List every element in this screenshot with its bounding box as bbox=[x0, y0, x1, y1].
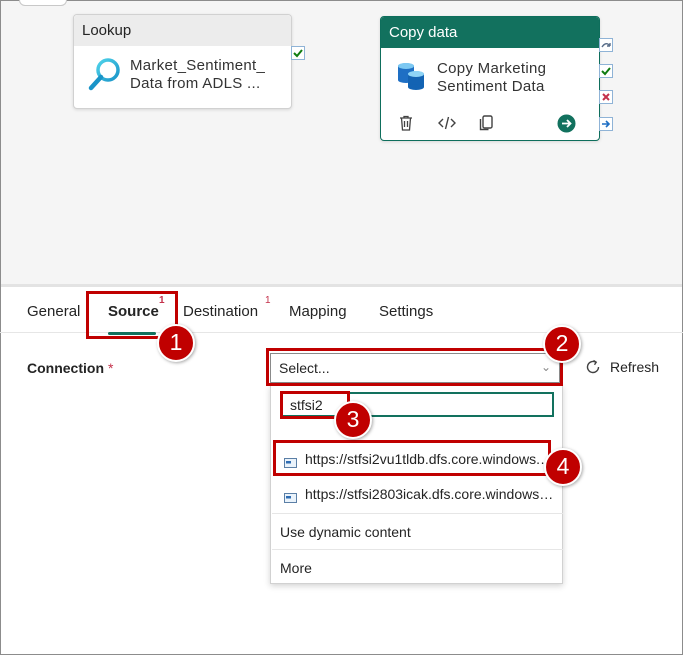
lookup-activity-title: Lookup bbox=[74, 15, 291, 46]
copy-data-activity-title: Copy data bbox=[381, 17, 599, 48]
pipeline-canvas[interactable]: Lookup Market_Sentiment_ Data from ADLS … bbox=[1, 0, 682, 284]
lookup-activity[interactable]: Lookup Market_Sentiment_ Data from ADLS … bbox=[73, 14, 292, 109]
lookup-success-connector-icon[interactable] bbox=[291, 46, 305, 60]
activity-stub bbox=[19, 0, 67, 6]
callout-badge-3: 3 bbox=[334, 401, 372, 439]
storage-account-icon bbox=[284, 490, 297, 503]
tab-destination-label: Destination bbox=[183, 303, 259, 320]
tab-mapping[interactable]: Mapping bbox=[289, 303, 347, 320]
run-arrow-icon[interactable] bbox=[557, 114, 577, 134]
callout-badge-4: 4 bbox=[544, 448, 582, 486]
tab-general[interactable]: General bbox=[27, 303, 80, 320]
connection-option[interactable]: https://stfsi2803icak.dfs.core.windows.n… bbox=[272, 477, 562, 513]
tab-general-label: General bbox=[27, 303, 81, 320]
completion-connector-icon[interactable] bbox=[599, 117, 613, 131]
refresh-label: Refresh bbox=[610, 359, 660, 375]
copy-icon[interactable] bbox=[477, 114, 497, 134]
code-icon[interactable] bbox=[437, 114, 457, 134]
dropdown-divider bbox=[272, 549, 563, 550]
callout-badge-1: 1 bbox=[157, 324, 195, 362]
callout-box-connection-select bbox=[266, 348, 563, 386]
use-dynamic-content-option[interactable]: Use dynamic content bbox=[280, 524, 411, 540]
database-icon bbox=[395, 60, 427, 97]
panel-divider[interactable] bbox=[1, 284, 682, 287]
copy-data-toolbar bbox=[397, 114, 583, 134]
skip-connector-icon[interactable] bbox=[599, 38, 613, 52]
connection-label: Connection * bbox=[27, 360, 113, 376]
tab-destination[interactable]: Destination 1 bbox=[183, 295, 271, 320]
lookup-activity-name-line2: Data from ADLS ... bbox=[130, 75, 261, 92]
callout-box-option bbox=[273, 440, 551, 476]
connection-option-label: https://stfsi2803icak.dfs.core.windows.n… bbox=[305, 486, 555, 502]
failure-connector-icon[interactable] bbox=[599, 90, 613, 104]
required-marker: * bbox=[108, 360, 114, 376]
refresh-icon bbox=[584, 358, 602, 376]
callout-badge-2: 2 bbox=[543, 325, 581, 363]
lookup-activity-name-line1: Market_Sentiment_ bbox=[130, 57, 266, 74]
success-connector-icon[interactable] bbox=[599, 64, 613, 78]
copy-data-activity-name-line1: Copy Marketing bbox=[437, 60, 547, 77]
tab-mapping-label: Mapping bbox=[289, 303, 347, 320]
dropdown-divider bbox=[272, 513, 563, 514]
magnifier-icon bbox=[88, 57, 122, 96]
copy-data-activity-name-line2: Sentiment Data bbox=[437, 78, 545, 95]
more-option[interactable]: More bbox=[280, 560, 312, 576]
tab-settings-label: Settings bbox=[379, 303, 434, 320]
tab-settings[interactable]: Settings bbox=[379, 303, 433, 320]
copy-data-activity[interactable]: Copy data Copy Marketing Sentiment Data bbox=[380, 16, 600, 141]
connection-label-text: Connection bbox=[27, 360, 104, 376]
tab-destination-error-badge: 1 bbox=[265, 295, 271, 306]
delete-icon[interactable] bbox=[397, 114, 417, 134]
